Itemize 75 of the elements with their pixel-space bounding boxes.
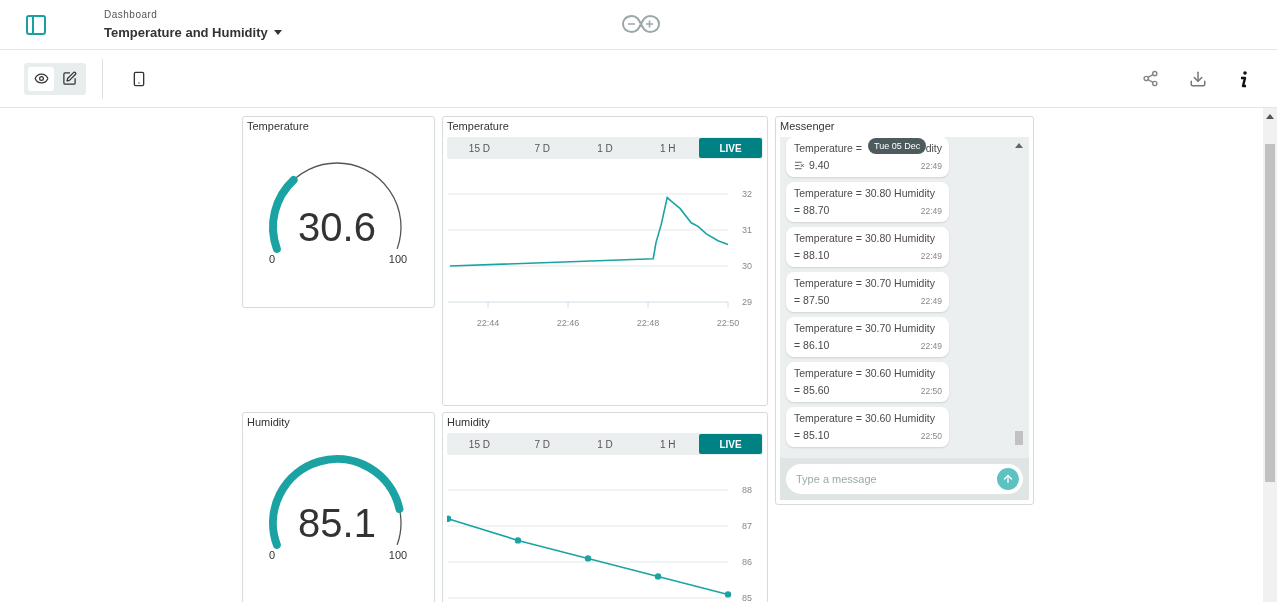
message-time: 22:49	[920, 340, 942, 351]
infinity-logo-icon	[622, 14, 660, 34]
y-tick-label: 86	[742, 557, 752, 567]
message-field[interactable]: Type a message	[786, 464, 1023, 494]
message-text: = 85.60	[794, 383, 830, 398]
message-time: 22:49	[920, 160, 942, 171]
gauge-value: 30.6	[298, 205, 376, 249]
y-tick-label: 29	[742, 297, 752, 307]
scroll-up-icon[interactable]	[1015, 143, 1023, 148]
arrow-up-icon	[1002, 473, 1014, 485]
y-tick-label: 88	[742, 485, 752, 495]
y-tick-label: 85	[742, 593, 752, 602]
view-mode-button[interactable]	[28, 66, 54, 91]
dashboard-title: Temperature and Humidity	[104, 25, 268, 40]
caret-icon[interactable]	[273, 30, 282, 35]
message-time: 22:50	[920, 430, 942, 441]
card-title: Temperature	[246, 119, 310, 134]
message-text: = 88.70	[794, 203, 830, 218]
card-title: Temperature	[446, 119, 510, 134]
range-tab[interactable]: 7 D	[510, 434, 574, 454]
message-text: Temperature = 30.60 Humidity	[794, 366, 935, 381]
message-text: 9.40	[809, 158, 830, 173]
message-text: Temperature = 30.80 Humidity	[794, 231, 935, 246]
x-tick-label: 22:50	[716, 318, 740, 328]
message-text: dity	[925, 141, 942, 156]
data-point	[584, 555, 592, 562]
range-tab[interactable]: 1 D	[573, 434, 637, 454]
scrollbar-thumb[interactable]	[1265, 144, 1275, 482]
range-tab[interactable]: LIVE	[699, 138, 762, 158]
x-tick-label: 22:46	[556, 318, 580, 328]
scrollbar-thumb[interactable]	[1015, 431, 1023, 445]
message-text: = 88.10	[794, 248, 830, 263]
message-text: = 86.10	[794, 338, 830, 353]
data-point	[724, 591, 732, 598]
card-title: Humidity	[246, 415, 291, 430]
message-time: 22:49	[920, 295, 942, 306]
range-tab[interactable]: 7 D	[510, 138, 574, 158]
range-tab[interactable]: 1 H	[636, 434, 700, 454]
clear-list-icon[interactable]	[794, 160, 805, 171]
page-scrollbar[interactable]	[1263, 108, 1277, 602]
range-tab[interactable]: 1 H	[636, 138, 700, 158]
data-point	[654, 573, 662, 580]
message-time: 22:49	[920, 205, 942, 216]
y-tick-label: 31	[742, 225, 752, 235]
date-tooltip: Tue 05 Dec	[868, 138, 927, 154]
gauge-min: 0	[268, 253, 276, 265]
y-tick-label: 30	[742, 261, 752, 271]
x-tick-label: 22:44	[476, 318, 500, 328]
message-text: Temperature = 30.70 Humidity	[794, 321, 935, 336]
data-point	[447, 515, 452, 522]
gauge-min: 0	[268, 549, 276, 561]
y-tick-label: 87	[742, 521, 752, 531]
breadcrumb: Dashboard	[104, 9, 159, 20]
message-text: = 87.50	[794, 293, 830, 308]
range-tab[interactable]: 15 D	[448, 434, 511, 454]
message-time: 22:49	[920, 250, 942, 261]
range-tab[interactable]: 1 D	[573, 138, 637, 158]
message-text: Temperature = 30.80 Humidity	[794, 186, 935, 201]
message-time: 22:50	[920, 385, 942, 396]
y-tick-label: 32	[742, 189, 752, 199]
eye-icon	[33, 71, 49, 86]
pencil-icon	[61, 71, 77, 86]
card-title: Humidity	[446, 415, 491, 430]
gauge-max: 100	[388, 549, 408, 561]
message-text: Temperature = 30.60 Humidity	[794, 411, 935, 426]
x-tick-label: 22:48	[636, 318, 660, 328]
gauge-max: 100	[388, 253, 408, 265]
range-tab[interactable]: LIVE	[699, 434, 762, 454]
message-text: Temperature = 30.70 Humidity	[794, 276, 935, 291]
message-text: Temperature =	[794, 141, 862, 156]
data-point	[514, 537, 522, 544]
message-text: = 85.10	[794, 428, 830, 443]
range-tab[interactable]: 15 D	[448, 138, 511, 158]
card-title: Messenger	[779, 119, 836, 134]
scroll-up-icon[interactable]	[1266, 114, 1274, 119]
